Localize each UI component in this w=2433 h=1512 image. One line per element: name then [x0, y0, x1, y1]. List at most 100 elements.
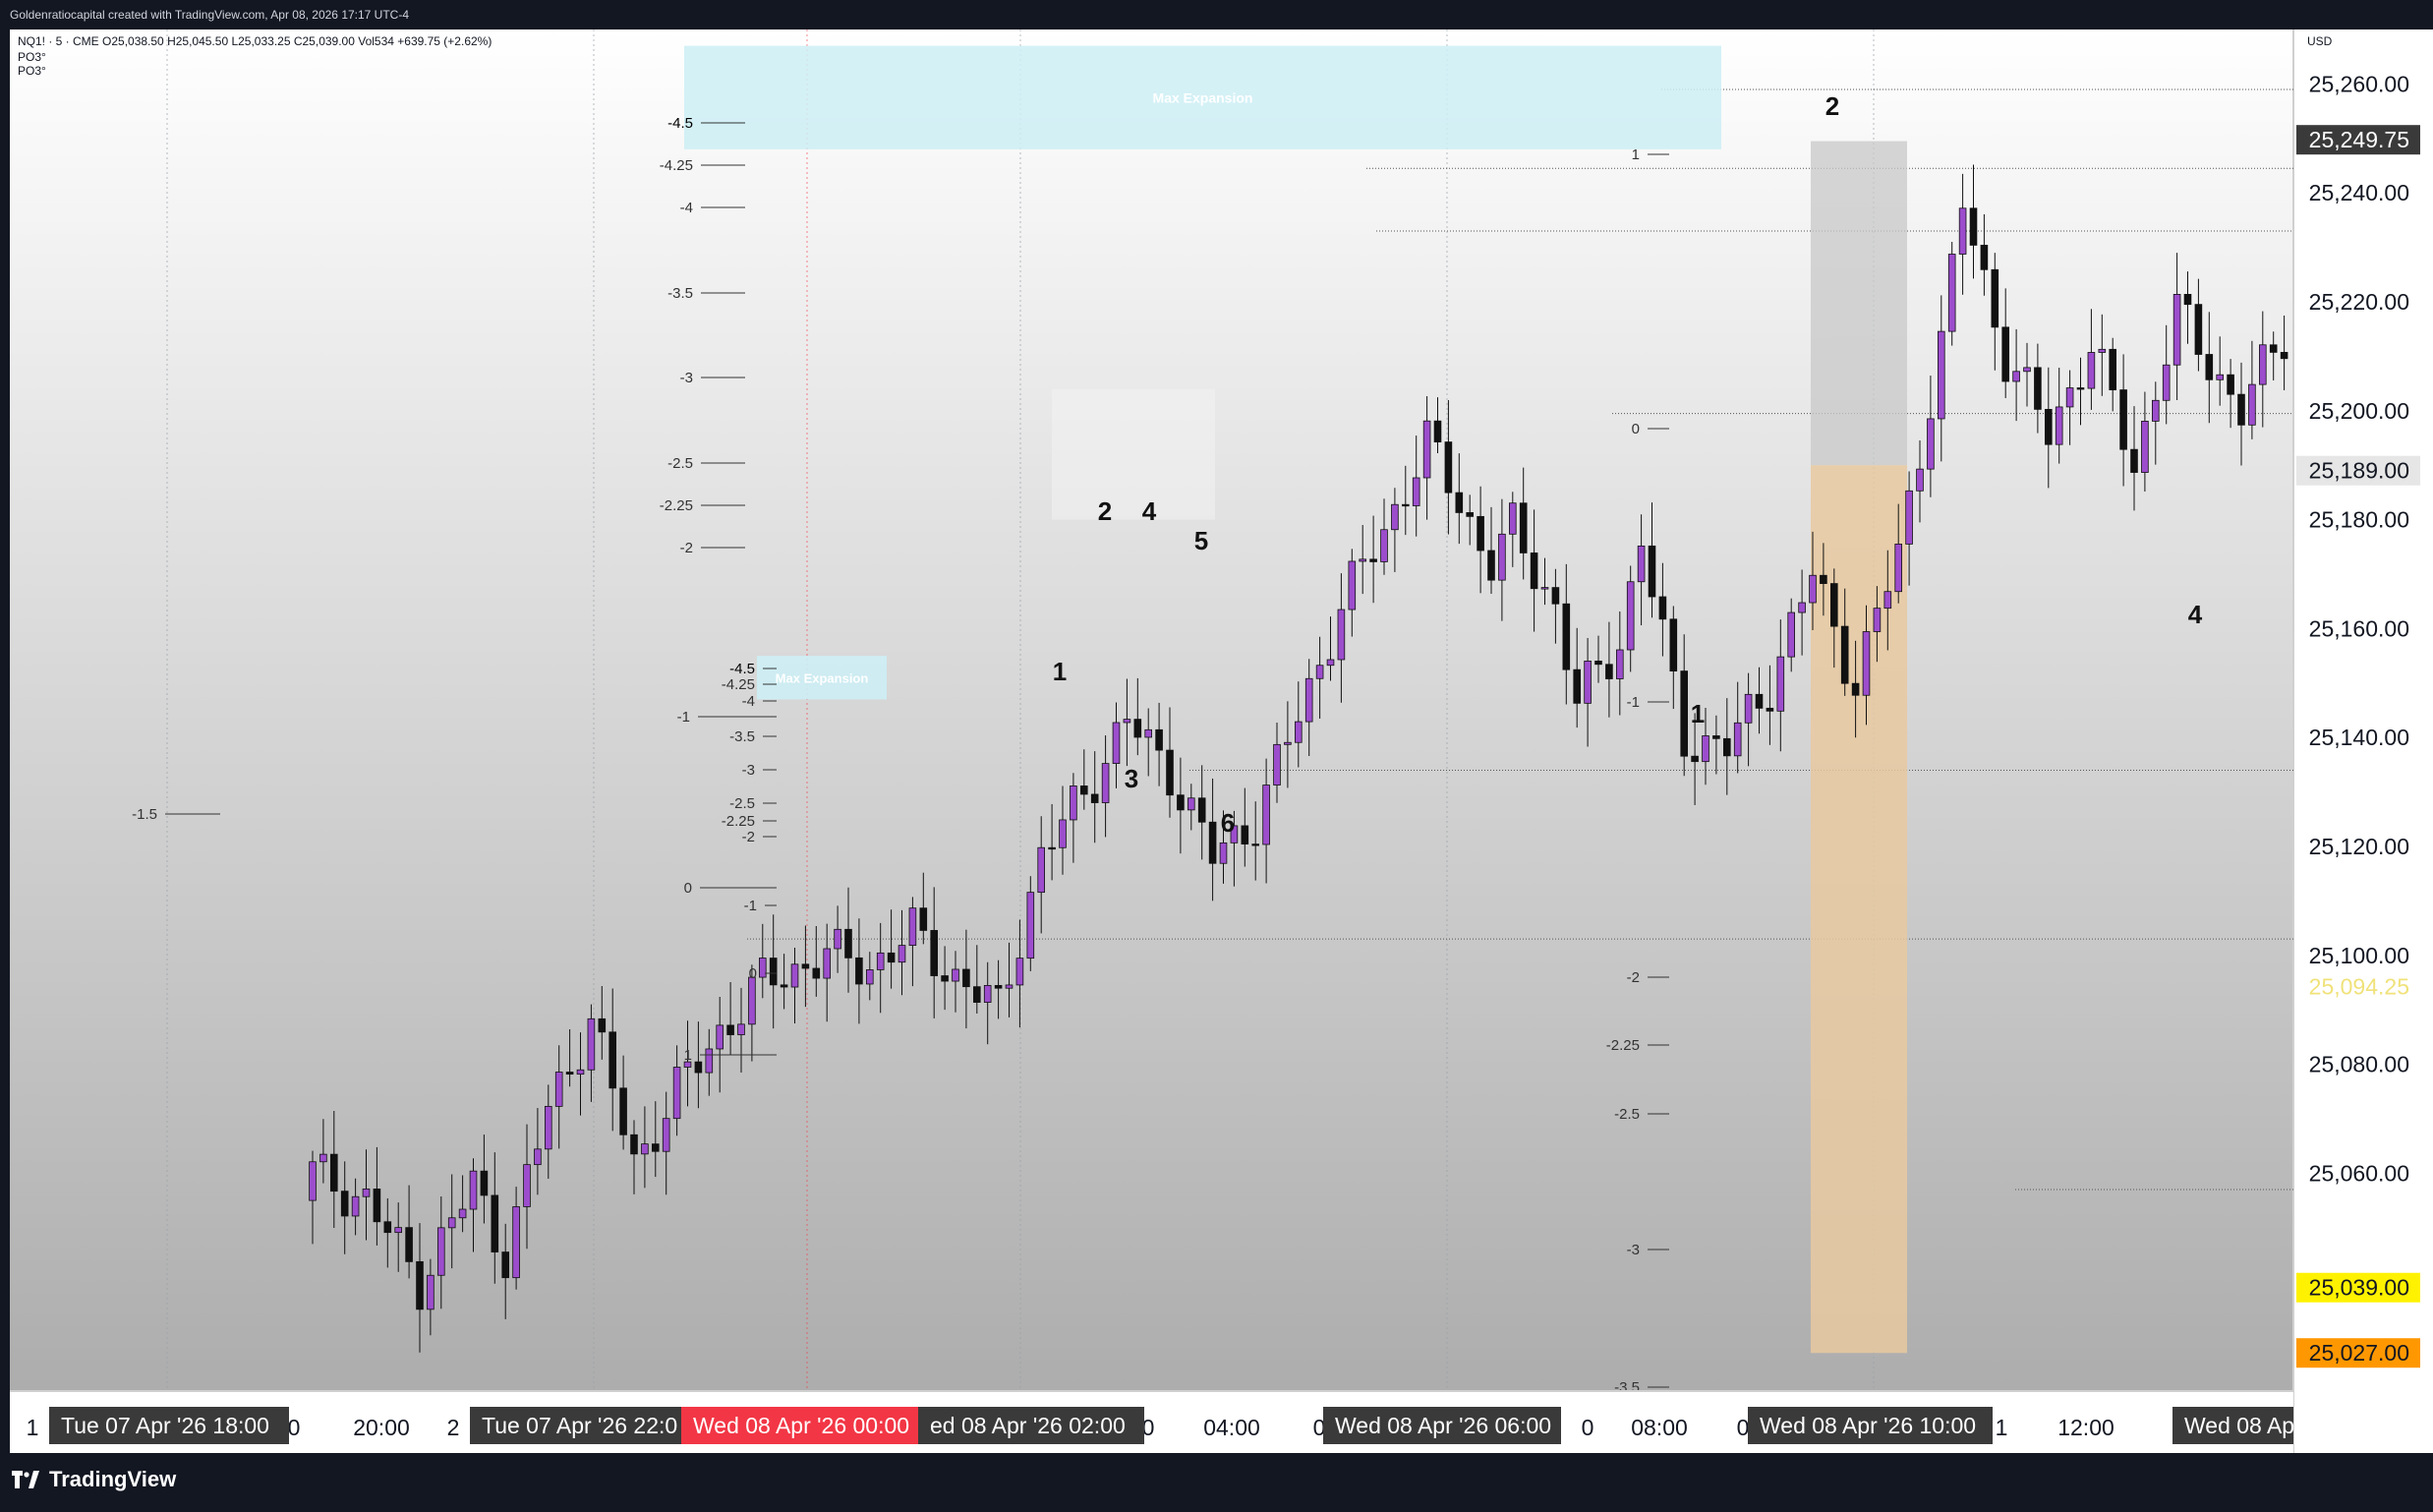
- candle-body: [534, 1148, 542, 1166]
- price-tick-label: 25,200.00: [2309, 398, 2409, 424]
- candle-body: [2012, 371, 2020, 382]
- candle-body: [1798, 602, 1806, 613]
- candle-body: [2076, 387, 2085, 390]
- fib-level-label: -4: [680, 200, 693, 216]
- candle-body: [962, 968, 970, 988]
- time-label-boxed: Wed 08 Apr '26 06:00: [1335, 1413, 1551, 1438]
- candle-body: [1015, 958, 1024, 986]
- candle-body: [1026, 892, 1035, 960]
- candle-body: [1273, 743, 1281, 785]
- candle-body: [2055, 406, 2063, 445]
- candle-body: [1626, 581, 1635, 651]
- candle-body: [416, 1260, 424, 1310]
- candle-body: [329, 1153, 338, 1192]
- candle-body: [1070, 785, 1077, 821]
- fib-level-label: -1: [1627, 694, 1640, 711]
- time-label-boxed: Tue 07 Apr '26 18:00: [61, 1413, 269, 1438]
- fib-level-label: -2: [742, 829, 755, 845]
- zone-label: Max Expansion: [776, 670, 869, 685]
- candle-body: [619, 1087, 627, 1135]
- candle-body: [1315, 665, 1324, 679]
- candle-body: [1680, 670, 1689, 757]
- candle-body: [394, 1227, 402, 1234]
- candle-body: [2194, 304, 2203, 355]
- candle-body: [1177, 794, 1185, 811]
- candle-body: [1048, 846, 1056, 850]
- time-tick-fragment: 0: [1737, 1415, 1750, 1440]
- zone-label: Max Expansion: [1153, 89, 1253, 105]
- fib-level-label: -3: [680, 370, 693, 386]
- wave-count-label: 4: [1142, 496, 1157, 526]
- fib-level-label: -2.25: [660, 497, 693, 514]
- wave-count-label: 1: [1691, 699, 1705, 728]
- candle-body: [1733, 722, 1742, 757]
- candle-body: [373, 1188, 381, 1223]
- candle-body: [1669, 618, 1678, 672]
- candle-body: [1755, 693, 1764, 709]
- candle-body: [823, 948, 831, 979]
- candle-body: [1444, 441, 1453, 494]
- candle-body: [2151, 399, 2160, 422]
- candle-body: [1112, 722, 1121, 765]
- time-tick-label: 04:00: [1203, 1415, 1260, 1440]
- candle-body: [994, 984, 1003, 989]
- candle-body: [630, 1134, 638, 1155]
- candle-body: [812, 967, 821, 979]
- candle-body: [309, 1161, 317, 1201]
- tradingview-brand[interactable]: TradingView: [12, 1467, 176, 1492]
- candle-body: [866, 969, 874, 985]
- candle-body: [2183, 294, 2192, 306]
- candle-body: [587, 1018, 596, 1071]
- candle-body: [1037, 846, 1046, 894]
- candle-body: [672, 1067, 681, 1120]
- candle-body: [2087, 352, 2096, 389]
- candle-body: [491, 1194, 499, 1252]
- candle-body: [1712, 735, 1720, 739]
- time-tick-label: 08:00: [1631, 1415, 1688, 1440]
- wave-count-label: 5: [1194, 526, 1208, 555]
- candle-body: [1916, 468, 1924, 492]
- fib-level-label: -2.5: [729, 795, 755, 812]
- candle-body: [2130, 448, 2138, 473]
- candle-body: [930, 930, 938, 976]
- wave-count-label: 4: [2188, 600, 2203, 629]
- fib-level-label: -4.5: [667, 115, 693, 132]
- indicator-label[interactable]: PO3°: [18, 64, 46, 78]
- candle-body: [576, 1069, 585, 1076]
- price-label: 25,249.75: [2309, 127, 2409, 152]
- candle-body: [908, 907, 917, 947]
- time-label-boxed: Wed 08 Apr '26 00:00: [693, 1413, 909, 1438]
- candle-body: [501, 1251, 509, 1279]
- candle-body: [351, 1195, 360, 1217]
- candle-body: [1284, 741, 1292, 745]
- candle-body: [1101, 763, 1110, 803]
- price-tick-label: 25,160.00: [2309, 615, 2409, 641]
- wave-count-label: 1: [1053, 657, 1067, 686]
- candle-body: [1208, 821, 1217, 864]
- time-tick-fragment: 1: [1996, 1415, 2008, 1440]
- candle-body: [1787, 611, 1796, 658]
- price-tick-label: 25,060.00: [2309, 1160, 2409, 1186]
- candle-body: [844, 928, 852, 959]
- price-label: 25,094.25: [2309, 974, 2409, 1000]
- candle-body: [1059, 819, 1067, 848]
- price-tick-label: 25,220.00: [2309, 289, 2409, 315]
- symbol-ohlc-legend[interactable]: NQ1! · 5 · CME O25,038.50 H25,045.50 L25…: [18, 34, 492, 48]
- candle-body: [2205, 354, 2214, 380]
- fib-level-label: -1.5: [132, 806, 157, 823]
- candle-body: [1348, 560, 1357, 611]
- candle-body: [759, 958, 767, 978]
- candle-body: [662, 1118, 670, 1152]
- candle-body: [2269, 344, 2278, 353]
- price-tick-label: 25,240.00: [2309, 180, 2409, 205]
- candle-body: [694, 1061, 703, 1074]
- price-tick-label: 25,100.00: [2309, 943, 2409, 968]
- fib-level-label: -4.5: [729, 661, 755, 677]
- plot-background: [10, 29, 2293, 1453]
- candle-body: [2141, 421, 2149, 473]
- price-tick-label: 25,180.00: [2309, 507, 2409, 533]
- price-chart[interactable]: Max ExpansionMax Expansion -4.5-4.25-4-3…: [0, 0, 2433, 1453]
- fib-level-label: 0: [684, 880, 692, 897]
- candle-body: [545, 1105, 552, 1150]
- indicator-label[interactable]: PO3°: [18, 50, 46, 64]
